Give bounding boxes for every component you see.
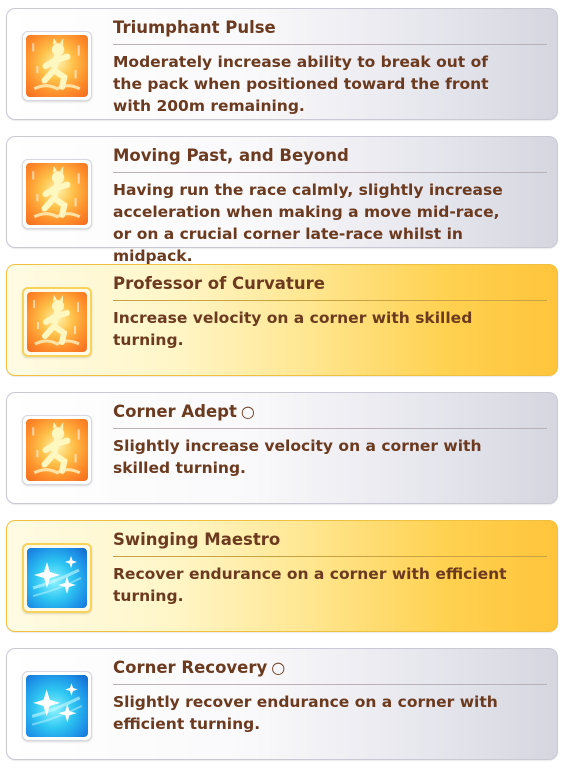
skill-description: Slightly increase velocity on a corner w… <box>113 437 482 477</box>
running-figure-icon <box>27 292 87 352</box>
sparkle-icon <box>27 548 87 608</box>
skill-title-text: Moving Past, and Beyond <box>113 146 349 165</box>
divider <box>113 428 547 429</box>
skill-icon-frame <box>22 543 92 613</box>
skill-card-corner-recovery[interactable]: Corner Recovery ○ Slightly recover endura… <box>6 648 558 760</box>
skill-title: Corner Recovery ○ <box>113 658 285 677</box>
skill-title-text: Corner Adept <box>113 402 237 421</box>
skill-title-text: Corner Recovery <box>113 658 268 677</box>
skill-description: Moderately increase ability to break out… <box>113 53 489 115</box>
running-figure-icon <box>26 163 88 225</box>
sparkle-icon <box>26 675 88 737</box>
skill-title-text: Swinging Maestro <box>113 530 281 549</box>
skill-description: Recover endurance on a corner with effic… <box>113 565 507 605</box>
divider <box>113 172 547 173</box>
skill-card-professor-of-curvature[interactable]: Professor of Curvature Increase velocity… <box>6 264 558 376</box>
circle-mark: ○ <box>240 402 255 421</box>
divider <box>113 556 547 557</box>
skill-icon-frame <box>22 159 92 229</box>
skill-icon-frame <box>22 415 92 485</box>
divider <box>113 44 547 45</box>
divider <box>113 684 547 685</box>
skill-card-triumphant-pulse[interactable]: Triumphant Pulse Moderately increase abi… <box>6 8 558 120</box>
skill-title: Triumphant Pulse <box>113 18 280 37</box>
skill-title: Swinging Maestro <box>113 530 284 549</box>
divider <box>113 300 547 301</box>
skill-description: Increase velocity on a corner with skill… <box>113 309 473 349</box>
skill-card-moving-past-and-beyond[interactable]: Moving Past, and Beyond Having run the r… <box>6 136 558 265</box>
skill-title-text: Triumphant Pulse <box>113 18 276 37</box>
running-figure-icon <box>26 419 88 481</box>
running-figure-icon <box>26 35 88 97</box>
skill-icon-frame <box>22 287 92 357</box>
skill-description: Having run the race calmly, slightly inc… <box>113 181 503 265</box>
skill-title: Professor of Curvature <box>113 274 329 293</box>
circle-mark: ○ <box>271 658 286 677</box>
skill-title: Moving Past, and Beyond <box>113 146 353 165</box>
skill-card-corner-adept[interactable]: Corner Adept ○ Slightly increase velocity… <box>6 392 558 504</box>
skill-title: Corner Adept ○ <box>113 402 255 421</box>
skill-icon-frame <box>22 31 92 101</box>
skill-description: Slightly recover endurance on a corner w… <box>113 693 498 733</box>
skill-title-text: Professor of Curvature <box>113 274 325 293</box>
skill-icon-frame <box>22 671 92 741</box>
skill-card-swinging-maestro[interactable]: Swinging Maestro Recover endurance on a … <box>6 520 558 632</box>
